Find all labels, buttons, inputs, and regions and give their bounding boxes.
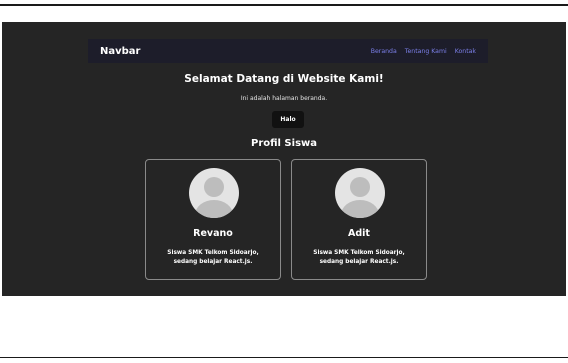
profile-description: Siswa SMK Telkom Sidoarjo, sedang belaja… xyxy=(313,250,405,265)
user-avatar-icon xyxy=(189,168,239,218)
avatar-head xyxy=(350,177,370,197)
nav-links: Beranda Tentang Kami Kontak xyxy=(371,48,476,55)
profile-name: Revano xyxy=(193,228,233,239)
bottom-divider xyxy=(0,357,568,358)
avatar-body xyxy=(341,200,379,218)
halo-button[interactable]: Halo xyxy=(272,111,304,128)
top-divider xyxy=(0,4,568,6)
nav-link-beranda[interactable]: Beranda xyxy=(371,48,397,55)
avatar-body xyxy=(195,200,233,218)
section-title: Profil Siswa xyxy=(250,138,318,149)
user-avatar-icon xyxy=(335,168,385,218)
avatar-head xyxy=(204,177,224,197)
nav-link-kontak[interactable]: Kontak xyxy=(455,48,476,55)
page-title: Selamat Datang di Website Kami! xyxy=(184,73,384,85)
app-page: Navbar Beranda Tentang Kami Kontak Selam… xyxy=(2,22,566,296)
profile-name: Adit xyxy=(348,228,370,239)
profile-card: Revano Siswa SMK Telkom Sidoarjo, sedang… xyxy=(145,159,281,280)
navbar-brand[interactable]: Navbar xyxy=(100,46,140,57)
navbar: Navbar Beranda Tentang Kami Kontak xyxy=(88,39,488,63)
nav-link-tentang-kami[interactable]: Tentang Kami xyxy=(405,48,447,55)
profile-description: Siswa SMK Telkom Sidoarjo, sedang belaja… xyxy=(167,250,259,265)
page-subtitle: Ini adalah halaman beranda. xyxy=(240,95,328,102)
profile-card: Adit Siswa SMK Telkom Sidoarjo, sedang b… xyxy=(291,159,427,280)
